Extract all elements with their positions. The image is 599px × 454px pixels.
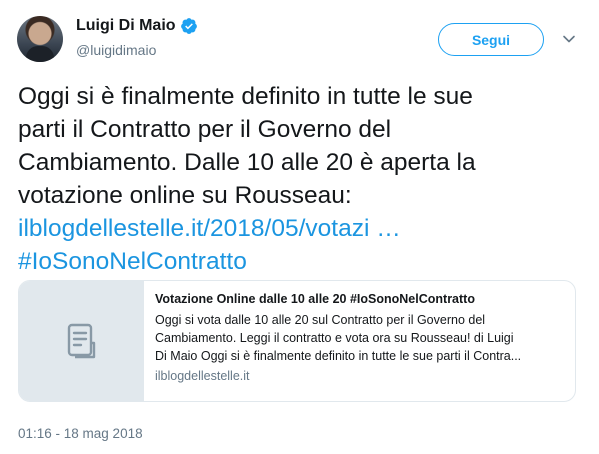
document-icon — [67, 323, 96, 359]
follow-button[interactable]: Segui — [438, 23, 544, 56]
author-name-row: Luigi Di Maio — [76, 17, 198, 35]
card-description-line: Di Maio Oggi si è finalmente definito in… — [155, 349, 522, 363]
tweet-text: Oggi si è finalmente definito in tutte l… — [18, 80, 583, 278]
tweet-text-line: votazione online su Rousseau: — [18, 182, 352, 209]
verified-badge-icon — [180, 18, 197, 34]
avatar[interactable] — [17, 16, 63, 62]
tweet-link[interactable]: ilblogdellestelle.it/2018/05/votazi … — [18, 215, 401, 242]
tweet-text-line: parti il Contratto per il Governo del — [18, 116, 392, 143]
chevron-down-icon[interactable] — [562, 32, 576, 46]
tweet-text-line: Oggi si è finalmente definito in tutte l… — [18, 83, 473, 110]
author-display-name[interactable]: Luigi Di Maio — [76, 17, 176, 35]
card-description-line: Oggi si vota dalle 10 alle 20 sul Contra… — [155, 313, 486, 327]
card-description-line: Cambiamento. Leggi il contratto e vota o… — [155, 331, 514, 345]
link-preview-card[interactable]: Votazione Online dalle 10 alle 20 #IoSon… — [18, 280, 576, 402]
author-handle[interactable]: @luigidimaio — [76, 42, 156, 58]
tweet-timestamp[interactable]: 01:16 - 18 mag 2018 — [18, 426, 143, 441]
tweet-text-line: Cambiamento. Dalle 10 alle 20 è aperta l… — [18, 149, 476, 176]
card-body: Votazione Online dalle 10 alle 20 #IoSon… — [144, 281, 533, 401]
card-title: Votazione Online dalle 10 alle 20 #IoSon… — [155, 292, 475, 306]
card-domain: ilblogdellestelle.it — [155, 369, 250, 383]
card-thumbnail — [19, 281, 144, 401]
card-description: Oggi si vota dalle 10 alle 20 sul Contra… — [155, 311, 521, 365]
hashtag-link[interactable]: #IoSonoNelContratto — [18, 248, 247, 275]
